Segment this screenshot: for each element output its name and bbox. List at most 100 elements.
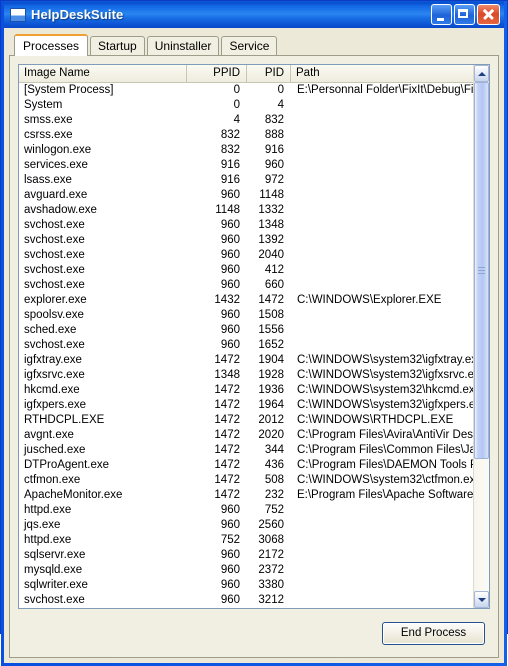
column-header-image-name[interactable]: Image Name — [19, 65, 187, 82]
cell-path — [291, 188, 473, 203]
cell-path — [291, 578, 473, 593]
table-row[interactable]: mysqld.exe 960 2372 — [19, 563, 473, 578]
table-row[interactable]: ctfmon.exe 1472 508 C:\WINDOWS\system32\ctf… — [19, 473, 473, 488]
cell-path — [291, 503, 473, 518]
cell-path — [291, 248, 473, 263]
cell-pid: 2172 — [258, 549, 284, 561]
column-header-ppid[interactable]: PPID — [187, 65, 247, 82]
table-row[interactable]: svchost.exe 960 2040 — [19, 248, 473, 263]
cell-image-name: spoolsv.exe — [24, 309, 84, 321]
table-row[interactable]: ApacheMonitor.exe 1472 232 E:\Program Files… — [19, 488, 473, 503]
cell-image-name: avguard.exe — [24, 189, 88, 201]
window-frame: HelpDeskSuite Processes Startup Uninstal… — [1, 1, 507, 666]
minimize-button[interactable] — [431, 4, 452, 25]
cell-path: C:\Program Files\Common Files\Java… — [297, 444, 473, 456]
cell-image-name: mysqld.exe — [24, 564, 83, 576]
vertical-scrollbar[interactable] — [473, 65, 489, 608]
close-button[interactable] — [477, 4, 500, 25]
cell-image-name: lsass.exe — [24, 174, 72, 186]
table-row[interactable]: sqlservr.exe 960 2172 — [19, 548, 473, 563]
table-row[interactable]: csrss.exe 832 888 — [19, 128, 473, 143]
tab-uninstaller[interactable]: Uninstaller — [146, 36, 220, 55]
table-row[interactable]: System 0 4 — [19, 98, 473, 113]
scroll-down-button[interactable] — [474, 591, 489, 608]
cell-path — [291, 98, 473, 113]
cell-ppid: 1472 — [214, 354, 240, 366]
table-row[interactable]: jusched.exe 1472 344 C:\Program Files\Commo… — [19, 443, 473, 458]
cell-image-name: svchost.exe — [24, 234, 85, 246]
cell-image-name: jqs.exe — [24, 519, 61, 531]
table-row[interactable]: sqlwriter.exe 960 3380 — [19, 578, 473, 593]
window-title: HelpDeskSuite — [31, 7, 124, 22]
table-row[interactable]: igfxtray.exe 1472 1904 C:\WINDOWS\system32\… — [19, 353, 473, 368]
cell-path — [291, 533, 473, 548]
cell-image-name: sched.exe — [24, 324, 77, 336]
cell-ppid: 0 — [233, 84, 240, 96]
tab-processes[interactable]: Processes — [14, 34, 89, 56]
table-row[interactable]: svchost.exe 960 3212 — [19, 593, 473, 608]
table-row[interactable]: explorer.exe 1432 1472 C:\WINDOWS\Explorer.… — [19, 293, 473, 308]
table-row[interactable]: services.exe 916 960 — [19, 158, 473, 173]
table-row[interactable]: RTHDCPL.EXE 1472 2012 C:\WINDOWS\RTHDCPL.EX… — [19, 413, 473, 428]
cell-image-name: httpd.exe — [24, 504, 72, 516]
cell-ppid: 752 — [220, 534, 240, 546]
cell-image-name: smss.exe — [24, 114, 73, 126]
cell-path — [291, 518, 473, 533]
table-row[interactable]: httpd.exe 752 3068 — [19, 533, 473, 548]
cell-path — [291, 143, 473, 158]
table-row[interactable]: igfxpers.exe 1472 1964 C:\WINDOWS\system32\… — [19, 398, 473, 413]
table-row[interactable]: httpd.exe 960 752 — [19, 503, 473, 518]
cell-pid: 752 — [264, 504, 284, 516]
tab-service[interactable]: Service — [221, 36, 278, 55]
table-row[interactable]: spoolsv.exe 960 1508 — [19, 308, 473, 323]
cell-ppid: 1472 — [214, 489, 240, 501]
table-header-row: Image Name PPID PID Path — [19, 65, 473, 83]
scroll-up-button[interactable] — [474, 65, 489, 82]
column-header-pid[interactable]: PID — [247, 65, 291, 82]
cell-path — [291, 563, 473, 578]
table-row[interactable]: igfxsrvc.exe 1348 1928 C:\WINDOWS\system32\… — [19, 368, 473, 383]
cell-ppid: 960 — [220, 279, 240, 291]
end-process-button[interactable]: End Process — [382, 621, 485, 645]
table-row[interactable]: svchost.exe 960 660 — [19, 278, 473, 293]
cell-image-name: [System Process] — [24, 84, 114, 96]
table-row[interactable]: avguard.exe 960 1148 — [19, 188, 473, 203]
table-row[interactable]: jqs.exe 960 2560 — [19, 518, 473, 533]
table-row[interactable]: DTProAgent.exe 1472 436 C:\Program Files\DA… — [19, 458, 473, 473]
tab-startup[interactable]: Startup — [90, 36, 145, 55]
table-row[interactable]: avgnt.exe 1472 2020 C:\Program Files\Avira\… — [19, 428, 473, 443]
scrollbar-track[interactable] — [474, 82, 489, 591]
cell-pid: 232 — [264, 489, 284, 501]
table-row[interactable]: smss.exe 4 832 — [19, 113, 473, 128]
table-row[interactable]: hkcmd.exe 1472 1936 C:\WINDOWS\system32\hkc… — [19, 383, 473, 398]
cell-pid: 916 — [264, 144, 284, 156]
cell-ppid: 1148 — [215, 204, 240, 216]
table-row[interactable]: svchost.exe 960 1652 — [19, 338, 473, 353]
cell-path — [291, 308, 473, 323]
cell-ppid: 4 — [233, 114, 240, 126]
cell-path: C:\WINDOWS\system32\ctfmon.exe — [297, 474, 473, 486]
cell-pid: 972 — [264, 174, 284, 186]
cell-ppid: 960 — [220, 234, 240, 246]
scrollbar-thumb[interactable] — [474, 82, 489, 459]
cell-path: C:\Program Files\Avira\AntiVir Deskt… — [297, 429, 473, 441]
cell-pid: 1392 — [258, 234, 284, 246]
cell-ppid: 1472 — [214, 384, 240, 396]
column-header-path[interactable]: Path — [291, 65, 473, 82]
window-controls — [431, 4, 500, 25]
table-row[interactable]: svchost.exe 960 412 — [19, 263, 473, 278]
table-row[interactable]: lsass.exe 916 972 — [19, 173, 473, 188]
cell-image-name: svchost.exe — [24, 279, 85, 291]
table-row[interactable]: [System Process] 0 0 E:\Personnal Folder\Fi… — [19, 83, 473, 98]
cell-path — [291, 548, 473, 563]
cell-path — [291, 113, 473, 128]
table-row[interactable]: sched.exe 960 1556 — [19, 323, 473, 338]
table-row[interactable]: avshadow.exe 1148 1332 — [19, 203, 473, 218]
cell-ppid: 960 — [220, 264, 240, 276]
table-row[interactable]: winlogon.exe 832 916 — [19, 143, 473, 158]
cell-pid: 1472 — [258, 294, 284, 306]
maximize-button[interactable] — [454, 4, 475, 25]
table-row[interactable]: svchost.exe 960 1348 — [19, 218, 473, 233]
table-row[interactable]: svchost.exe 960 1392 — [19, 233, 473, 248]
cell-pid: 1652 — [258, 339, 284, 351]
